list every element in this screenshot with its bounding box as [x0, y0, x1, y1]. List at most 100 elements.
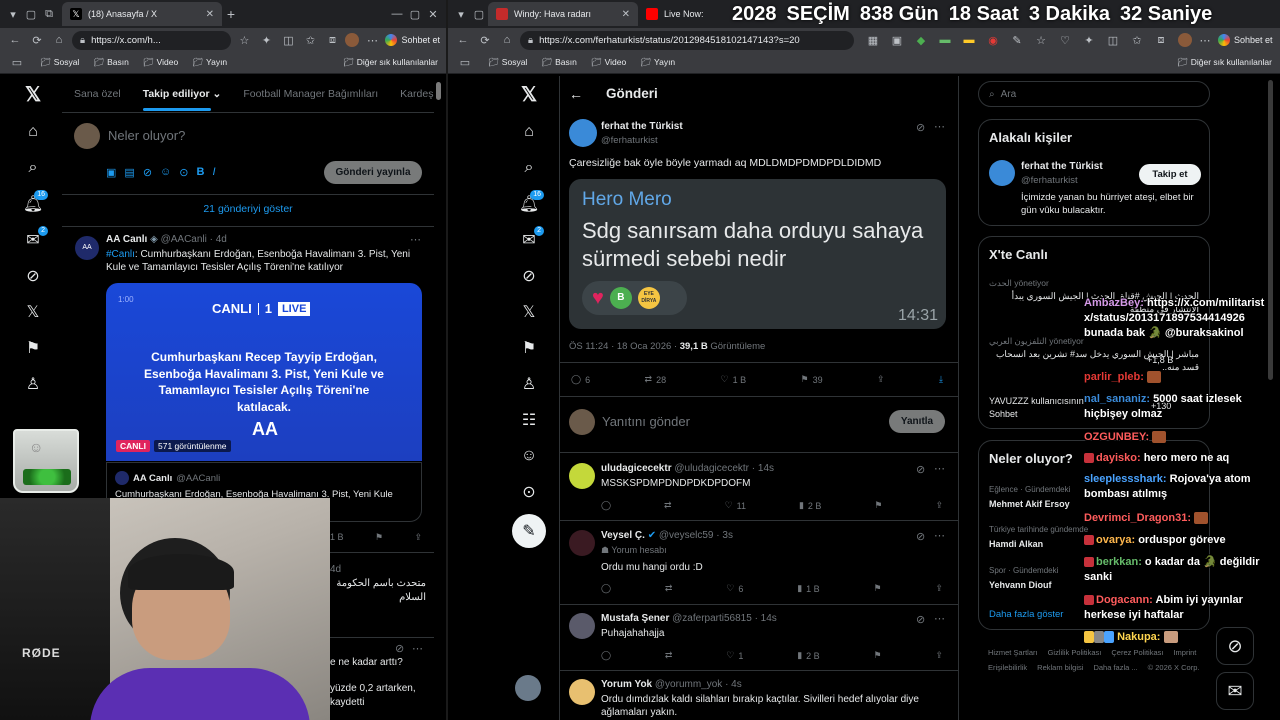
show-more-link[interactable]: Daha fazla göster	[989, 609, 1063, 620]
reply-avatar[interactable]	[569, 530, 595, 556]
jobs-nav-icon[interactable]: ♙	[15, 366, 51, 402]
footer-link[interactable]: Daha fazla ...	[1093, 660, 1137, 675]
reply-author[interactable]: uludagicecektr	[601, 463, 672, 474]
favorites-icon[interactable]: ✩	[1128, 34, 1146, 47]
profile-avatar[interactable]	[345, 33, 360, 47]
collections-icon[interactable]: ⧈	[1152, 34, 1170, 47]
ext-icon-8[interactable]: ☆	[1032, 34, 1050, 47]
repost-action[interactable]: ⇄ 28	[645, 374, 667, 385]
repost-icon[interactable]: ⇄	[665, 583, 673, 594]
ext-icon-6[interactable]: ◉	[984, 34, 1002, 47]
like-action[interactable]: ♡ 11	[725, 500, 746, 511]
tab-actions-icon[interactable]: ▾	[4, 8, 22, 21]
bookmark-icon[interactable]: ⚑	[874, 500, 882, 511]
more-icon[interactable]: ⋯	[363, 34, 381, 47]
left-scrollbar[interactable]	[436, 82, 441, 100]
copilot-button[interactable]: Sohbet et	[1218, 34, 1273, 46]
bookmark-folder-sosyal[interactable]: 📁︎ Sosyal	[488, 57, 527, 68]
compose-input[interactable]: Neler oluyor?	[108, 128, 185, 143]
grok-nav-icon[interactable]: ⊘	[15, 258, 51, 294]
repost-icon[interactable]: ⇄	[665, 650, 673, 661]
post3-more-icon[interactable]: ⋯	[412, 642, 423, 655]
tab-actions-icon[interactable]: ▾	[452, 8, 470, 21]
footer-link[interactable]: Imprint	[1173, 645, 1196, 660]
bookmark-icon[interactable]: ⚑	[375, 532, 383, 543]
bookmark-folder-sosyal[interactable]: 📁︎ Sosyal	[40, 57, 79, 68]
trend-item-3[interactable]: Spor · Gündemdeki Yehvann Diouf	[989, 564, 1058, 592]
notifications-nav-icon[interactable]: 🔔︎ 16	[15, 186, 51, 222]
post-author-name[interactable]: AA Canlı	[106, 234, 147, 245]
url-field[interactable]: 🔒︎ https://x.com/h...	[72, 30, 232, 50]
reply-button[interactable]: Yanıtla	[889, 410, 945, 433]
ext-icon-5[interactable]: ▬	[960, 34, 978, 47]
views-action[interactable]: ▮ 2 B	[797, 650, 819, 661]
footer-link[interactable]: Erişilebilirlik	[988, 660, 1027, 675]
reply-compose-avatar[interactable]	[569, 409, 595, 435]
reply-avatar[interactable]	[569, 613, 595, 639]
reply-author[interactable]: Yorum Yok	[601, 679, 652, 690]
notifications-nav-icon[interactable]: 🔔︎ 16	[511, 186, 547, 222]
reply-more-icon[interactable]: ⋯	[934, 462, 945, 475]
bookmark-action[interactable]: ⚑ 39	[801, 374, 823, 385]
new-tab-icon[interactable]: +	[222, 6, 240, 22]
views-action[interactable]: ▮ 1 B	[797, 583, 819, 594]
share-icon[interactable]: ⇪	[877, 374, 885, 385]
home-icon[interactable]: ⌂	[50, 34, 68, 46]
reply-input[interactable]: Yanıtını gönder	[602, 414, 690, 429]
url-field[interactable]: 🔒︎ https://x.com/ferhaturkist/status/201…	[520, 30, 854, 50]
post-handle[interactable]: @AACanli · 4d	[161, 234, 227, 245]
quoted-screenshot[interactable]: Hero Mero Sdg sanırsam daha orduyu sahay…	[569, 179, 946, 329]
tab-x-home[interactable]: 𝕏 (18) Anasayfa / X ✕	[62, 2, 222, 26]
share-icon[interactable]: ⇪	[935, 500, 943, 511]
home-nav-icon[interactable]: ⌂	[511, 114, 547, 150]
ext-icon-9[interactable]: ♡	[1056, 34, 1074, 47]
search-box[interactable]: ⌕ Ara	[978, 81, 1210, 107]
reply-action[interactable]: ◯ 6	[571, 374, 590, 385]
account-avatar[interactable]	[515, 675, 541, 701]
media-icon[interactable]: ▣	[106, 166, 116, 179]
grok-nav-icon[interactable]: ⊘	[511, 258, 547, 294]
jobs-nav-icon[interactable]: ♙	[511, 366, 547, 402]
bookmark-folder-video[interactable]: 📁︎ Video	[143, 57, 178, 68]
main-post-more-icon[interactable]: ⋯	[934, 120, 945, 133]
explore-nav-icon[interactable]: ⌕	[511, 150, 547, 186]
home-nav-icon[interactable]: ⌂	[15, 114, 51, 150]
close-window-icon[interactable]: ✕	[424, 8, 442, 21]
split-screen-icon[interactable]: ◫	[279, 34, 297, 47]
bookmarks-nav-icon[interactable]: ⚑	[15, 330, 51, 366]
messages-nav-icon[interactable]: ✉ 2	[511, 222, 547, 258]
reply-icon[interactable]: ◯	[601, 650, 611, 661]
tab-for-you[interactable]: Sana özel	[74, 88, 121, 100]
refresh-icon[interactable]: ⟳	[28, 34, 46, 47]
tab-groups-icon[interactable]: ⧉	[40, 8, 58, 21]
repost-icon[interactable]: ⇄	[664, 500, 672, 511]
bookmark-folder-other[interactable]: 📁︎ Diğer sık kullanılanlar	[1177, 57, 1272, 68]
gif-icon[interactable]: ▤	[124, 166, 134, 179]
footer-link[interactable]: Reklam bilgisi	[1037, 660, 1083, 675]
share-icon[interactable]: ⇪	[935, 650, 943, 661]
related-avatar[interactable]	[989, 160, 1015, 186]
reply-icon[interactable]: ◯	[601, 500, 611, 511]
footer-link[interactable]: Hizmet Şartları	[988, 645, 1038, 660]
live-item-3[interactable]: YAVUZZZ kullanıcısının Sohbet	[989, 395, 1099, 421]
tab-list-fm[interactable]: Football Manager Bağımlıları	[243, 88, 378, 100]
workspaces-icon[interactable]: ▢	[22, 8, 40, 21]
ext-icon-10[interactable]: ✦	[1080, 34, 1098, 47]
ext-icon-3[interactable]: ◆	[912, 34, 930, 47]
bookmark-folder-yayin[interactable]: 📁︎ Yayın	[192, 57, 227, 68]
grok-icon[interactable]: ⊘	[916, 463, 925, 476]
bookmark-folder-video[interactable]: 📁︎ Video	[591, 57, 626, 68]
premium-nav-icon[interactable]: 𝕏	[15, 294, 51, 330]
maximize-icon[interactable]: ▢	[406, 8, 424, 21]
main-post-avatar[interactable]	[569, 119, 597, 147]
bold-icon[interactable]: B	[196, 166, 204, 179]
tab-list-kardes[interactable]: Kardeşl	[400, 88, 434, 100]
ext-icon-2[interactable]: ▣	[888, 34, 906, 47]
reply-icon[interactable]: ◯	[601, 583, 611, 594]
reply-handle[interactable]: @yorumm_yok · 4s	[655, 679, 742, 690]
more-nav-icon[interactable]: ⊙	[511, 474, 547, 510]
share-icon[interactable]: ⇪	[414, 532, 422, 543]
post-button[interactable]: Gönderi yayınla	[324, 161, 422, 184]
like-action[interactable]: ♡ 1	[726, 650, 743, 661]
messages-nav-icon[interactable]: ✉ 2	[15, 222, 51, 258]
